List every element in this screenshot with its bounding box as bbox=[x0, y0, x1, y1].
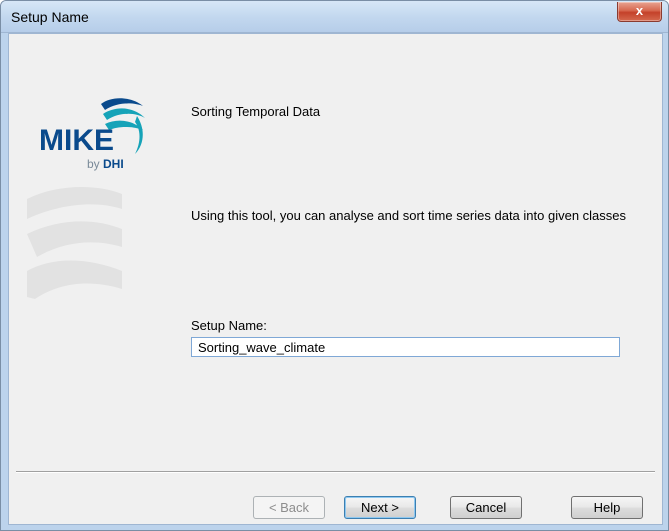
dialog-body: MIKE by DHI Sorting Temporal Data Using … bbox=[8, 33, 663, 525]
help-button[interactable]: Help bbox=[571, 496, 643, 519]
logo-panel: MIKE by DHI bbox=[9, 34, 179, 464]
page-heading: Sorting Temporal Data bbox=[191, 104, 321, 119]
logo-brand-text: MIKE bbox=[39, 124, 114, 157]
setup-name-dialog: Setup Name x MIKE by DHI Sorting Tempora… bbox=[0, 0, 669, 531]
logo-company-text: DHI bbox=[103, 157, 124, 171]
back-button[interactable]: < Back bbox=[253, 496, 325, 519]
close-button[interactable]: x bbox=[617, 2, 662, 22]
next-button[interactable]: Next > bbox=[344, 496, 416, 519]
mike-logo: MIKE by DHI bbox=[39, 98, 145, 171]
logo-by-text: by bbox=[87, 157, 100, 171]
page-description: Using this tool, you can analyse and sor… bbox=[191, 208, 627, 223]
title-bar[interactable]: Setup Name x bbox=[1, 1, 668, 33]
close-icon: x bbox=[635, 3, 644, 18]
setup-name-input[interactable] bbox=[191, 337, 620, 357]
setup-name-label: Setup Name: bbox=[191, 318, 267, 333]
button-separator bbox=[16, 471, 655, 473]
window-title: Setup Name bbox=[11, 9, 89, 25]
wave-watermark-icon bbox=[27, 187, 122, 299]
cancel-button[interactable]: Cancel bbox=[450, 496, 522, 519]
